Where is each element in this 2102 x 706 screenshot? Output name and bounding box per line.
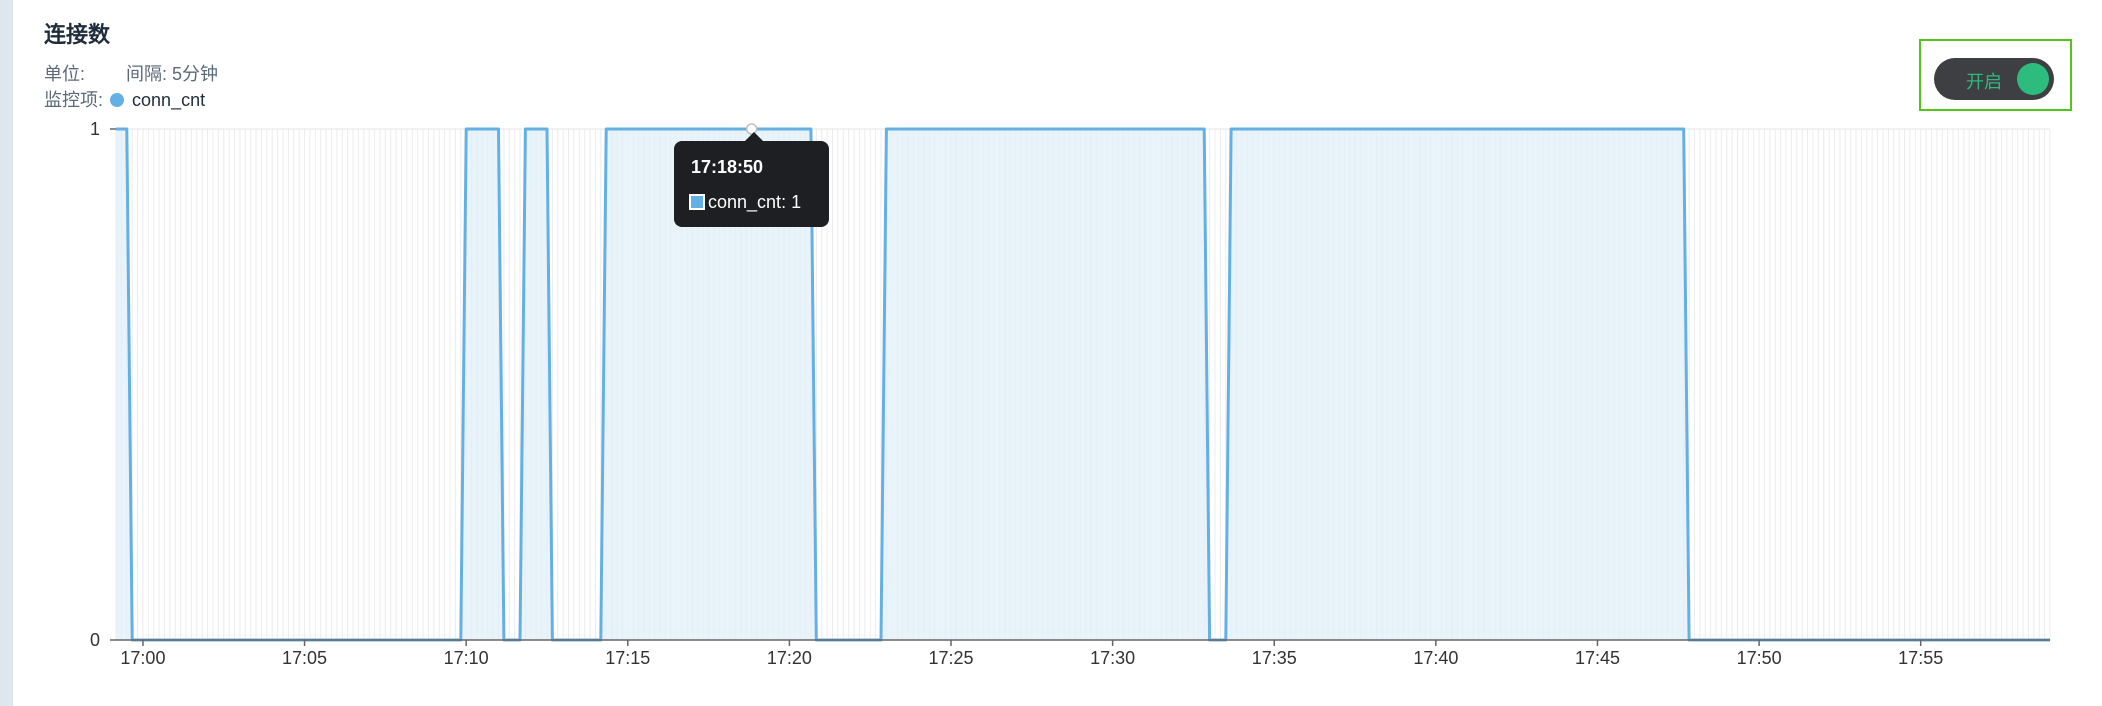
chart-tooltip: 17:18:50 conn_cnt: 1: [674, 132, 829, 227]
tooltip-value: : 1: [781, 192, 802, 212]
x-tick-label: 17:15: [605, 648, 650, 668]
connection-chart[interactable]: 0 1 17:00 17:05 17:10 17:15 17:20 17:25 17:30 17:…: [0, 0, 2102, 706]
tooltip-row: conn_cnt: 1: [689, 192, 801, 213]
x-tick-label: 17:45: [1575, 648, 1620, 668]
x-tick-label: 17:25: [928, 648, 973, 668]
x-tick-label: 17:20: [767, 648, 812, 668]
x-tick-label: 17:55: [1898, 648, 1943, 668]
x-tick-label: 17:10: [444, 648, 489, 668]
x-tick-label: 17:40: [1413, 648, 1458, 668]
x-tick-label: 17:35: [1252, 648, 1297, 668]
y-tick-label: 1: [90, 119, 100, 139]
tooltip-swatch: [689, 194, 705, 210]
x-tick-label: 17:30: [1090, 648, 1135, 668]
x-tick-label: 17:05: [282, 648, 327, 668]
series-area-conn-cnt: [116, 129, 2050, 640]
tooltip-series: conn_cnt: [708, 192, 782, 212]
tooltip-time: 17:18:50: [691, 157, 764, 177]
x-tick-label: 17:50: [1737, 648, 1782, 668]
x-tick-label: 17:00: [120, 648, 165, 668]
y-tick-label: 0: [90, 630, 100, 650]
